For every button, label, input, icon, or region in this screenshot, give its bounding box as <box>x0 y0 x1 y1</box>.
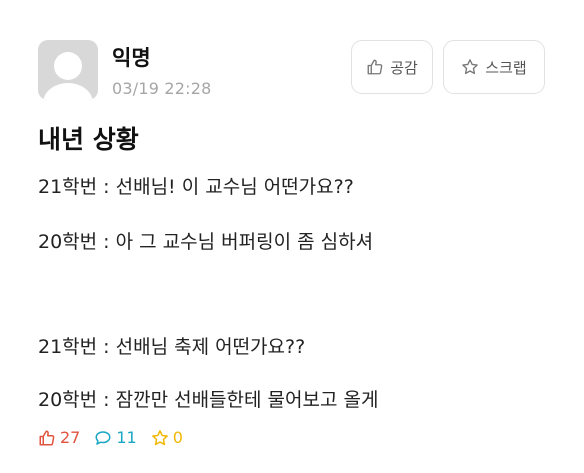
post-line: 20학번 : 아 그 교수님 버퍼링이 좀 심하셔 <box>38 231 374 253</box>
star-icon <box>151 429 169 447</box>
star-icon <box>461 58 479 76</box>
author-name: 익명 <box>112 46 151 70</box>
post-line: 21학번 : 선배님! 이 교수님 어떤가요?? <box>38 176 354 198</box>
default-user-icon <box>54 52 82 80</box>
comment-count-value: 11 <box>116 428 137 447</box>
speech-bubble-icon <box>94 429 112 447</box>
scrap-button[interactable]: 스크랩 <box>443 40 545 94</box>
like-button-label: 공감 <box>390 58 418 77</box>
post-line: 20학번 : 잠깐만 선배들한테 물어보고 올게 <box>38 389 379 411</box>
thumbs-up-icon <box>38 429 56 447</box>
post-title: 내년 상황 <box>38 125 139 154</box>
scrap-count-value: 0 <box>172 428 183 447</box>
scrap-count: 0 <box>151 428 183 447</box>
avatar-body-shape <box>43 83 93 100</box>
comment-count: 11 <box>94 428 137 447</box>
post-date: 03/19 22:28 <box>112 79 212 98</box>
like-count: 27 <box>38 428 80 447</box>
thumbs-up-icon <box>366 58 384 76</box>
avatar[interactable] <box>38 40 98 100</box>
post-card: 익명 03/19 22:28 공감 스크랩 내년 상황 21학번 : 선배님! … <box>0 0 584 473</box>
like-button[interactable]: 공감 <box>351 40 433 94</box>
post-stats: 27 11 0 <box>38 428 197 447</box>
like-count-value: 27 <box>60 428 81 447</box>
post-line: 21학번 : 선배님 축제 어떤가요?? <box>38 336 306 358</box>
scrap-button-label: 스크랩 <box>485 58 527 77</box>
